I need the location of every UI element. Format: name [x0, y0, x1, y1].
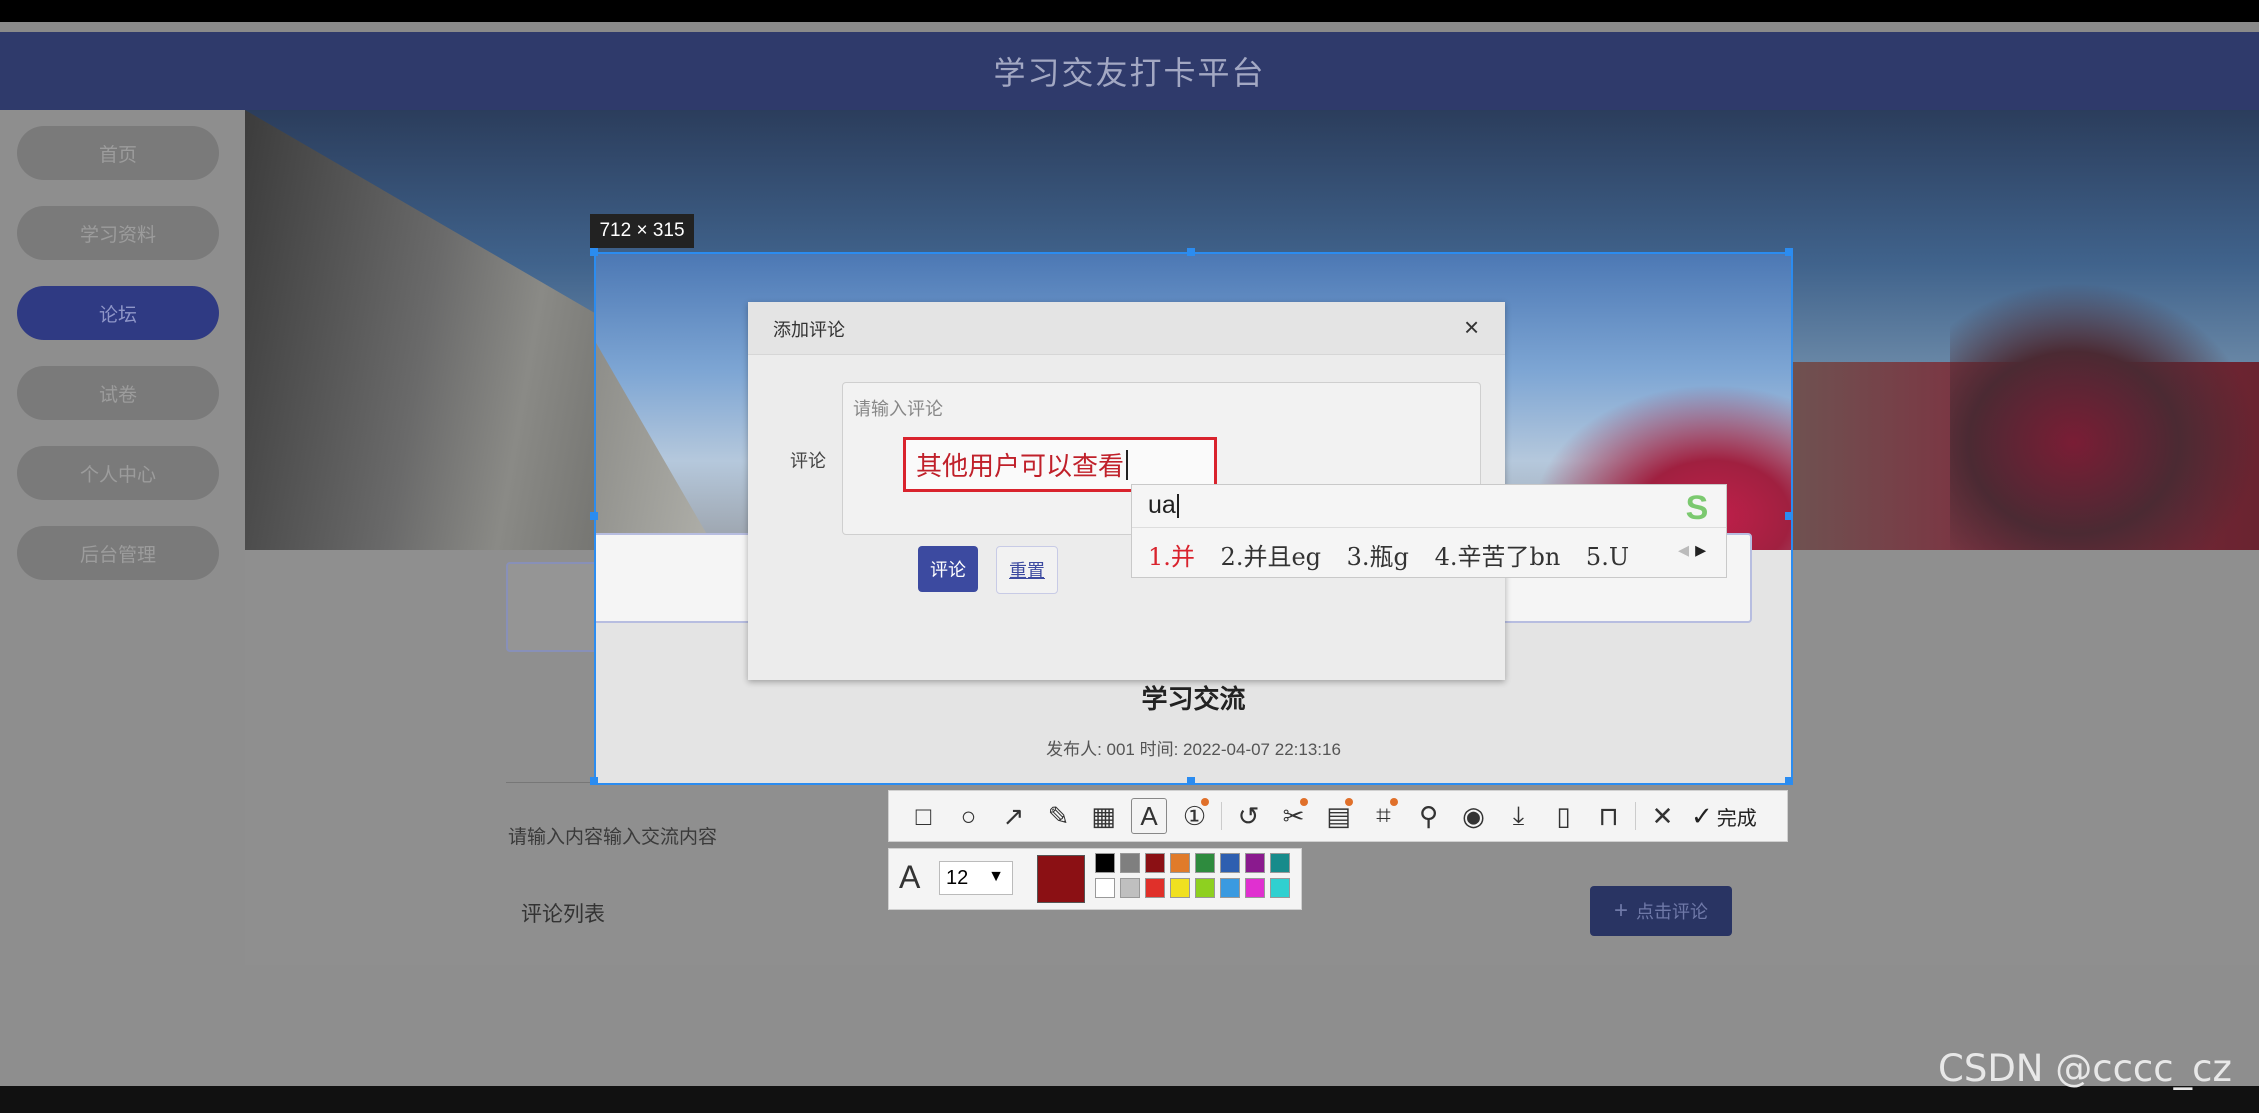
ime-candidate[interactable]: 1.并 — [1148, 543, 1195, 571]
resize-handle-left[interactable] — [590, 512, 598, 520]
color-swatch[interactable] — [1120, 878, 1140, 898]
color-swatch[interactable] — [1245, 853, 1265, 873]
text-tool-icon[interactable]: A — [1131, 798, 1167, 834]
close-icon[interactable]: × — [1464, 312, 1479, 343]
ellipse-icon[interactable]: ○ — [946, 794, 991, 838]
color-swatch[interactable] — [1170, 853, 1190, 873]
resize-handle-right[interactable] — [1785, 512, 1793, 520]
watermark: CSDN @cccc_cz — [1938, 1047, 2232, 1090]
pencil-icon[interactable]: ✎ — [1036, 794, 1081, 838]
toolbar-separator — [1221, 802, 1222, 830]
color-swatch[interactable] — [1195, 853, 1215, 873]
ime-page-nav: ◂ ▸ — [1678, 537, 1706, 563]
ime-candidate[interactable]: 4.辛苦了bn — [1435, 543, 1561, 571]
color-swatch[interactable] — [1170, 878, 1190, 898]
color-swatch[interactable] — [1095, 853, 1115, 873]
ime-candidates: 1.并 2.并且eg 3.瓶g 4.辛苦了bn 5.U — [1148, 537, 1647, 572]
typed-text: 其他用户可以查看 — [916, 451, 1125, 481]
next-page-icon[interactable]: ▸ — [1695, 537, 1706, 562]
sidebar-item-study-materials[interactable]: 学习资料 — [17, 206, 219, 260]
add-comment-button[interactable]: + 点击评论 — [1590, 886, 1732, 936]
current-color-swatch[interactable] — [1037, 855, 1085, 903]
done-button[interactable]: ✓ 完成 — [1691, 801, 1757, 832]
text-style-toolbar: A 12 ▼ — [888, 848, 1302, 910]
ime-candidate[interactable]: 2.并且eg — [1221, 543, 1321, 571]
rectangle-icon[interactable]: □ — [901, 794, 946, 838]
ime-separator — [1132, 527, 1726, 528]
resize-handle-bottom[interactable] — [1187, 777, 1195, 785]
record-icon[interactable]: ◉ — [1451, 794, 1496, 838]
ime-composition-string: ua — [1148, 491, 1179, 520]
chevron-down-icon: ▼ — [988, 868, 1004, 885]
submit-comment-button[interactable]: 评论 — [918, 546, 978, 592]
phone-icon[interactable]: ▯ — [1541, 794, 1586, 838]
translate-icon[interactable]: ▤ — [1316, 794, 1361, 838]
ime-candidate[interactable]: 3.瓶g — [1347, 543, 1409, 571]
mosaic-icon[interactable]: ▦ — [1081, 794, 1126, 838]
cancel-icon[interactable]: ✕ — [1640, 794, 1685, 838]
color-swatch[interactable] — [1095, 878, 1115, 898]
font-size-value: 12 — [946, 866, 969, 889]
sidebar-item-exam[interactable]: 试卷 — [17, 366, 219, 420]
reset-button[interactable]: 重置 — [996, 546, 1058, 594]
resize-handle-bottom-left[interactable] — [590, 777, 598, 785]
bottom-strip — [0, 1086, 2259, 1113]
resize-handle-top-left[interactable] — [590, 248, 598, 256]
resize-handle-top-right[interactable] — [1785, 248, 1793, 256]
color-swatch[interactable] — [1145, 853, 1165, 873]
capture-toolbar: □ ○ ↗ ✎ ▦ A ① ↺ ✂ ▤ ⌗ ⚲ ◉ ⤓ ▯ ⊓ ✕ ✓ 完成 — [888, 790, 1788, 842]
cutout-icon[interactable]: ✂ — [1271, 794, 1316, 838]
color-swatch[interactable] — [1220, 853, 1240, 873]
add-comment-label: 点击评论 — [1636, 902, 1708, 922]
sidebar-item-forum[interactable]: 论坛 — [17, 286, 219, 340]
page-footer-area — [0, 965, 2259, 1086]
ocr-icon[interactable]: ⌗ — [1361, 794, 1406, 838]
site-header: 学习交友打卡平台 — [0, 32, 2259, 110]
plus-icon: + — [1613, 897, 1628, 924]
color-swatch[interactable] — [1195, 878, 1215, 898]
comments-list-title: 评论列表 — [521, 903, 605, 926]
pin-icon[interactable]: ⚲ — [1406, 794, 1451, 838]
comment-field-label: 评论 — [790, 451, 826, 471]
check-icon: ✓ — [1691, 800, 1713, 831]
color-swatch[interactable] — [1120, 853, 1140, 873]
download-icon[interactable]: ⤓ — [1496, 794, 1541, 838]
sidebar-item-admin[interactable]: 后台管理 — [17, 526, 219, 580]
font-size-select[interactable]: 12 ▼ — [939, 861, 1013, 895]
window-top-strip — [0, 22, 2259, 32]
dialog-header — [748, 302, 1505, 355]
post-title: 学习交流 — [1141, 684, 1246, 714]
color-swatch[interactable] — [1145, 878, 1165, 898]
site-title: 学习交友打卡平台 — [993, 55, 1266, 91]
prev-page-icon[interactable]: ◂ — [1678, 537, 1689, 562]
font-icon: A — [899, 859, 921, 895]
banner-trees — [1950, 282, 2259, 550]
sidebar-item-personal-center[interactable]: 个人中心 — [17, 446, 219, 500]
color-swatch[interactable] — [1245, 878, 1265, 898]
post-meta: 发布人: 001 时间: 2022-04-07 22:13:16 — [1046, 740, 1341, 759]
resize-handle-bottom-right[interactable] — [1785, 777, 1793, 785]
color-swatch[interactable] — [1220, 878, 1240, 898]
color-swatch[interactable] — [1270, 878, 1290, 898]
selection-size-label: 712 × 315 — [590, 214, 694, 248]
ime-candidate-window: ua S 1.并 2.并且eg 3.瓶g 4.辛苦了bn 5.U ◂ ▸ — [1131, 484, 1727, 578]
toolbar-separator — [1635, 802, 1636, 830]
done-label: 完成 — [1716, 807, 1757, 830]
dialog-title: 添加评论 — [773, 320, 845, 340]
color-swatch[interactable] — [1270, 853, 1290, 873]
text-caret — [1126, 449, 1129, 480]
undo-icon[interactable]: ↺ — [1226, 794, 1271, 838]
arrow-icon[interactable]: ↗ — [991, 794, 1036, 838]
comment-placeholder: 请输入评论 — [853, 399, 943, 419]
post-content-text: 请输入内容输入交流内容 — [508, 827, 718, 848]
resize-handle-top[interactable] — [1187, 248, 1195, 256]
sidebar-item-home[interactable]: 首页 — [17, 126, 219, 180]
bookmark-icon[interactable]: ⊓ — [1586, 794, 1631, 838]
number-marker-icon[interactable]: ① — [1172, 794, 1217, 838]
sogou-logo-icon: S — [1685, 488, 1709, 527]
ime-candidate[interactable]: 5.U — [1586, 543, 1629, 571]
color-palette — [1095, 853, 1290, 898]
